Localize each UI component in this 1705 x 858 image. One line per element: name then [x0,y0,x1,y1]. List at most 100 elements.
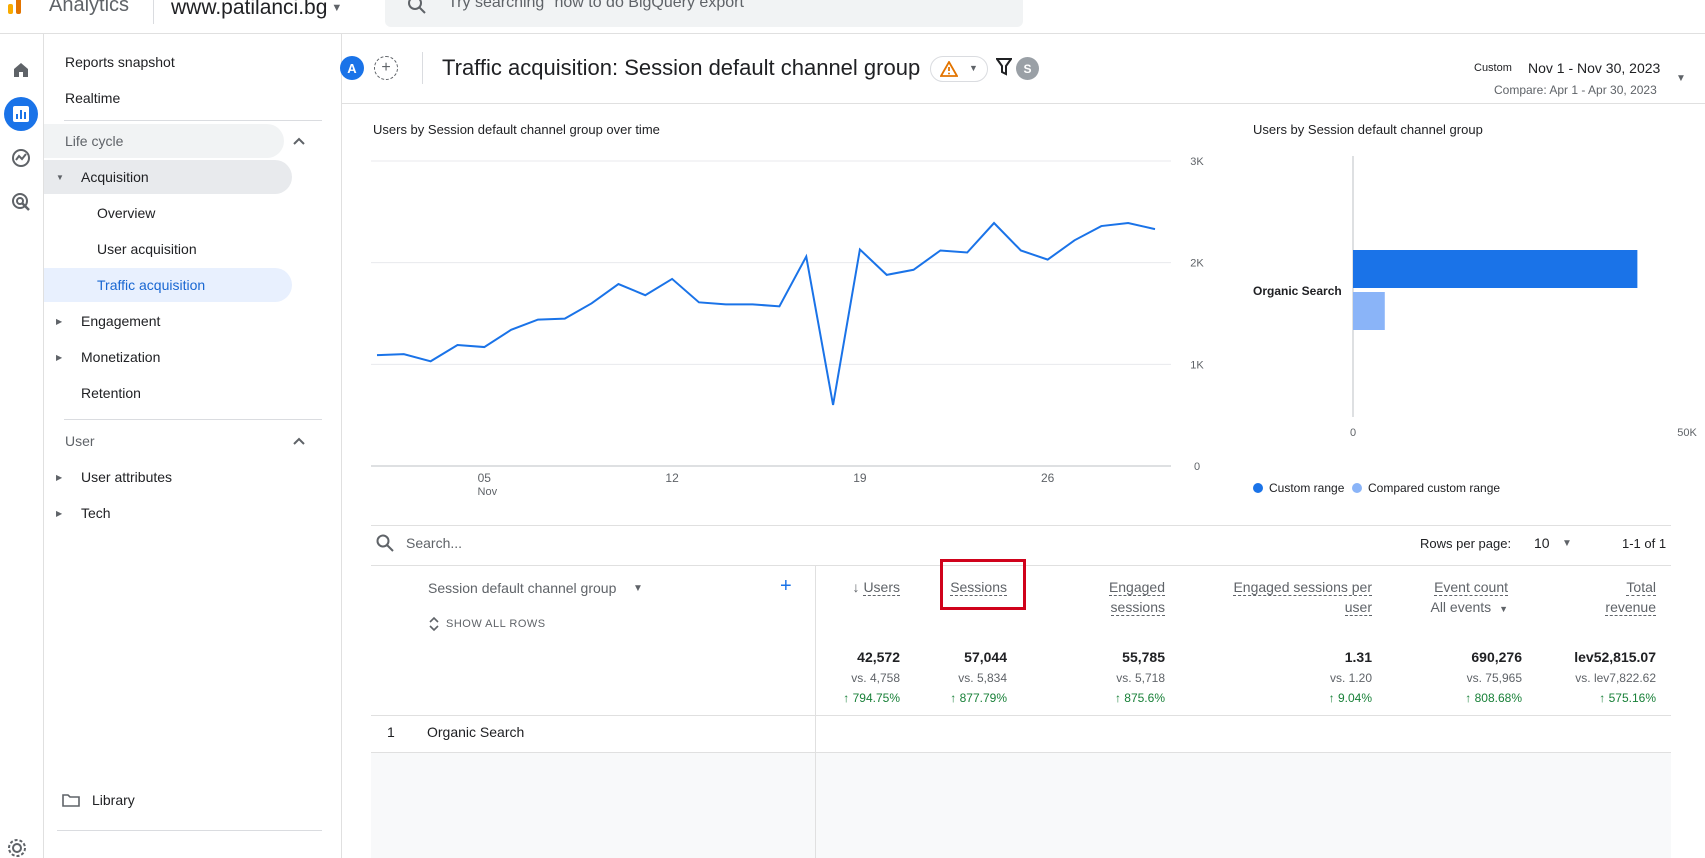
chevron-down-icon: ▼ [331,2,343,15]
line-chart-title: Users by Session default channel group o… [373,122,660,137]
total-compare-value: vs. 1.20 [1329,671,1372,685]
analytics-logo[interactable] [6,0,28,18]
total-compare-value: vs. 4,758 [851,671,900,685]
property-selector[interactable]: www.patilanci.bg ▼ [171,0,342,20]
nav-label: Tech [81,505,111,521]
divider [371,715,1671,716]
reports-icon[interactable] [4,97,38,131]
legend-dot [1352,483,1362,493]
chevron-down-icon: ▼ [969,63,978,73]
total-compare-value: vs. 5,718 [1116,671,1165,685]
total-change-value: ↑ 877.79% [950,691,1007,705]
divider [422,52,423,84]
chevron-down-icon[interactable]: ▼ [633,583,643,594]
total-change-value: ↑ 794.75% [843,691,900,705]
dimension-header[interactable]: Session default channel group [428,580,616,596]
table-search-input[interactable]: Search... [406,535,462,551]
nav-label: Realtime [65,90,121,106]
page-title: Traffic acquisition: Session default cha… [442,55,921,80]
bar-compared-range [1353,292,1385,330]
col-header-total-revenue[interactable]: Total revenue [1530,577,1656,617]
nav-retention[interactable]: Retention [81,376,141,410]
nav-label: Library [92,792,135,808]
search-icon [376,534,394,552]
col-header-engaged-sessions[interactable]: Engaged sessions [1030,577,1165,617]
chevron-up-icon [293,437,305,445]
col-label: Users [863,579,900,596]
chevron-down-icon[interactable]: ▼ [1562,538,1572,549]
sub-rows-bg [371,753,1671,858]
divider [371,525,1671,526]
nav-label: Traffic acquisition [97,277,206,293]
nav-label: Acquisition [81,169,149,185]
nav-label: Engagement [81,313,161,329]
section-label: User [65,433,95,449]
home-icon[interactable] [4,53,38,87]
add-dimension-button[interactable]: + [780,575,792,598]
legend-compare-range[interactable]: Compared custom range [1352,481,1500,495]
caret-right-icon: ▶ [56,316,63,326]
col-header-engaged-per-user[interactable]: Engaged sessions per user [1180,577,1372,617]
nav-user-header[interactable]: User [65,424,305,458]
show-all-rows-button[interactable]: SHOW ALL ROWS [446,618,546,630]
nav-user-acquisition[interactable]: User acquisition [97,232,197,266]
category-label: Organic Search [1253,284,1342,298]
total-change-value: ↑ 9.04% [1328,691,1372,705]
rows-per-page-select[interactable]: 10 [1534,535,1550,551]
col-header-users[interactable]: ↓ Users [820,577,900,597]
total-value: 57,044 [964,649,1007,665]
nav-reports-snapshot[interactable]: Reports snapshot [65,45,175,79]
sort-arrow-down-icon: ↓ [852,579,860,595]
nav-realtime[interactable]: Realtime [65,81,120,115]
filter-icon[interactable] [996,58,1012,76]
settings-icon[interactable] [7,838,27,858]
compare-range[interactable]: Compare: Apr 1 - Apr 30, 2023 [1494,83,1657,97]
legend-custom-range[interactable]: Custom range [1253,481,1344,495]
caret-right-icon: ▶ [56,352,63,362]
date-label[interactable]: Custom [1474,62,1512,74]
event-filter-select[interactable]: All events [1430,599,1491,615]
y-tick-label: 1K [1190,359,1204,371]
nav-acquisition[interactable]: ▼ Acquisition [44,160,292,194]
warning-chip[interactable]: ▼ [930,56,988,82]
pagination-status: 1-1 of 1 [1622,536,1667,551]
bar-chart: Organic Search 0 50K [1253,156,1697,439]
nav-lifecycle-header[interactable]: Life cycle [65,124,305,158]
search-bar[interactable]: Try searching "how to do BigQuery export… [385,0,1023,27]
divider [64,120,322,121]
total-value: 55,785 [1122,649,1165,665]
date-range[interactable]: Nov 1 - Nov 30, 2023 [1528,60,1660,76]
nav-user-attributes[interactable]: ▶ User attributes [44,460,292,494]
nav-overview[interactable]: Overview [97,196,155,230]
nav-engagement[interactable]: ▶ Engagement [44,304,292,338]
series-line [376,221,1156,406]
add-comparison-button[interactable]: + [374,56,398,80]
total-compare-value: vs. 75,965 [1466,671,1522,685]
nav-label: Overview [97,205,156,221]
x-tick-label: 50K [1677,427,1697,439]
nav-traffic-acquisition[interactable]: Traffic acquisition [97,268,205,302]
divider [57,830,322,831]
chevron-down-icon[interactable]: ▼ [1676,73,1686,84]
col-label: Engaged [1108,579,1165,596]
group-label[interactable]: Organic Search [427,724,524,740]
nav-monetization[interactable]: ▶ Monetization [44,340,292,374]
total-value: 42,572 [857,649,900,665]
advertising-icon[interactable] [4,185,38,219]
app-name: Analytics [49,0,130,16]
chevron-down-icon[interactable]: ▼ [1499,604,1508,614]
x-tick-sublabel: Nov [478,486,498,498]
x-tick-label: 26 [1041,471,1055,485]
nav-library[interactable]: Library [62,792,135,808]
total-change-value: ↑ 575.16% [1599,691,1656,705]
nav-label: User attributes [81,469,173,485]
col-header-event-count[interactable]: Event count All events ▼ [1390,577,1508,619]
segment-avatar[interactable]: S [1016,57,1039,80]
nav-label: Reports snapshot [65,54,175,70]
explore-icon[interactable] [4,141,38,175]
nav-label: User acquisition [97,241,197,257]
col-label-2: user [1344,599,1372,616]
nav-tech[interactable]: ▶ Tech [44,496,292,530]
comparison-avatar[interactable]: A [340,56,364,80]
legend-label: Compared custom range [1368,481,1501,495]
